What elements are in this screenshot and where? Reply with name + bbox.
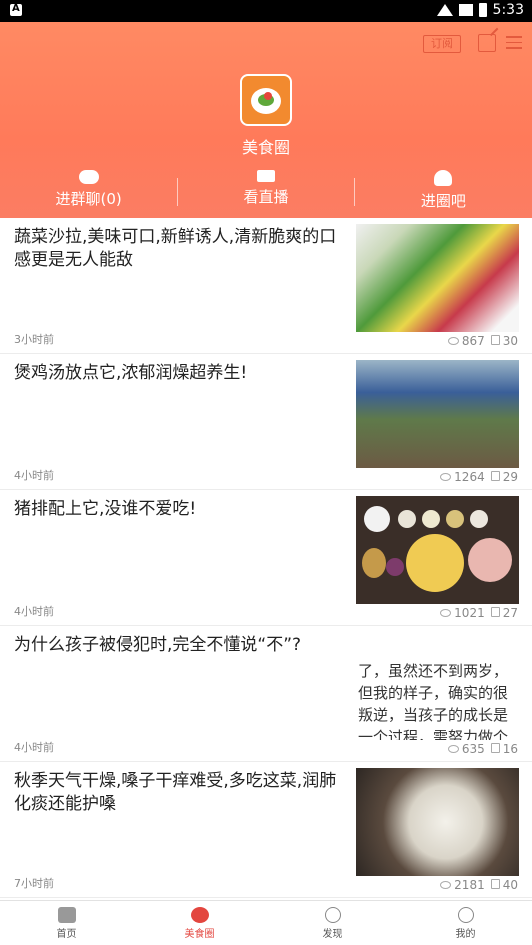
thumbnail-text: 了，虽然还不到两岁，但我的样子，确实的很叛逆，当孩子的成长是一个过程，需努力做个… bbox=[358, 662, 509, 740]
tab-discover[interactable]: 发现 bbox=[266, 901, 399, 945]
article-stats: 1021 27 bbox=[440, 606, 518, 620]
article-thumbnail bbox=[356, 496, 519, 604]
view-count: 635 bbox=[461, 742, 485, 756]
circle-actions: 进群聊(0) 看直播 进圈吧 bbox=[0, 170, 532, 214]
list-item[interactable]: 秋季天气干燥,嗓子干痒难受,多吃这菜,润肺化痰还能护嗓 7小时前 2181 40 bbox=[0, 762, 532, 898]
article-title: 猪排配上它,没谁不爱吃! bbox=[14, 499, 197, 519]
view-count: 867 bbox=[461, 334, 485, 348]
eye-icon bbox=[440, 473, 452, 481]
article-stats: 635 16 bbox=[447, 742, 518, 756]
article-time: 4小时前 bbox=[14, 605, 54, 618]
watch-live-label: 看直播 bbox=[243, 188, 289, 206]
article-thumbnail bbox=[356, 224, 519, 332]
notification-icon bbox=[10, 3, 22, 16]
circle-header: 订阅 美食圈 进群聊(0) 看直播 进圈吧 bbox=[0, 22, 532, 218]
user-icon bbox=[457, 907, 474, 923]
tab-me[interactable]: 我的 bbox=[399, 901, 532, 945]
enter-circle-label: 进圈吧 bbox=[420, 192, 466, 210]
article-title: 秋季天气干燥,嗓子干痒难受,多吃这菜,润肺化痰还能护嗓 bbox=[14, 771, 337, 814]
article-stats: 1264 29 bbox=[440, 470, 518, 484]
like-count: 40 bbox=[502, 878, 518, 892]
status-icons: 5:33 bbox=[436, 2, 524, 18]
view-count: 2181 bbox=[454, 878, 485, 892]
battery-icon bbox=[478, 3, 487, 17]
signal-icon bbox=[458, 4, 473, 16]
thumbs-up-icon bbox=[490, 743, 500, 753]
article-stats: 867 30 bbox=[447, 334, 518, 348]
group-icon bbox=[434, 170, 453, 186]
article-thumbnail: 了，虽然还不到两岁，但我的样子，确实的很叛逆，当孩子的成长是一个过程，需努力做个… bbox=[356, 632, 519, 740]
view-count: 1021 bbox=[454, 606, 485, 620]
article-title: 蔬菜沙拉,美味可口,新鲜诱人,清新脆爽的口感更是无人能敌 bbox=[14, 227, 337, 270]
share-circle-icon bbox=[190, 907, 209, 923]
like-count: 30 bbox=[502, 334, 518, 348]
article-title: 煲鸡汤放点它,浓郁润燥超养生! bbox=[14, 363, 248, 383]
eye-icon bbox=[440, 609, 452, 617]
clock: 5:33 bbox=[492, 2, 524, 18]
wifi-icon bbox=[436, 4, 453, 16]
enter-circle-button[interactable]: 进圈吧 bbox=[355, 170, 532, 214]
menu-icon[interactable] bbox=[506, 36, 522, 50]
share-icon[interactable] bbox=[478, 34, 496, 52]
eye-icon bbox=[447, 745, 459, 753]
like-count: 29 bbox=[502, 470, 518, 484]
article-thumbnail bbox=[356, 768, 519, 876]
thumbs-up-icon bbox=[490, 879, 500, 889]
article-thumbnail bbox=[356, 360, 519, 468]
like-count: 27 bbox=[502, 606, 518, 620]
compass-icon bbox=[324, 907, 341, 923]
bottom-tab-bar: 首页 美食圈 发现 我的 bbox=[0, 900, 532, 945]
tab-label: 发现 bbox=[322, 929, 343, 940]
status-bar: 5:33 bbox=[0, 0, 532, 22]
list-item[interactable]: 猪排配上它,没谁不爱吃! 4小时前 1021 27 bbox=[0, 490, 532, 626]
article-feed: 蔬菜沙拉,美味可口,新鲜诱人,清新脆爽的口感更是无人能敌 3小时前 867 30… bbox=[0, 218, 532, 900]
chat-icon bbox=[78, 170, 99, 184]
article-time: 4小时前 bbox=[14, 741, 54, 754]
article-time: 4小时前 bbox=[14, 469, 54, 482]
thumbs-up-icon bbox=[490, 335, 500, 345]
eye-icon bbox=[447, 337, 459, 345]
tab-home[interactable]: 首页 bbox=[0, 901, 133, 945]
thumbs-up-icon bbox=[490, 471, 500, 481]
list-item[interactable]: 为什么孩子被侵犯时,完全不懂说“不”? 4小时前 了，虽然还不到两岁，但我的样子… bbox=[0, 626, 532, 762]
video-icon bbox=[256, 170, 275, 182]
like-count: 16 bbox=[502, 742, 518, 756]
article-title: 为什么孩子被侵犯时,完全不懂说“不”? bbox=[14, 635, 302, 655]
article-time: 7小时前 bbox=[14, 877, 54, 890]
list-item[interactable]: 煲鸡汤放点它,浓郁润燥超养生! 4小时前 1264 29 bbox=[0, 354, 532, 490]
list-item[interactable]: 蔬菜沙拉,美味可口,新鲜诱人,清新脆爽的口感更是无人能敌 3小时前 867 30 bbox=[0, 218, 532, 354]
join-chat-button[interactable]: 进群聊(0) bbox=[0, 170, 177, 214]
circle-name: 美食圈 bbox=[241, 138, 290, 157]
tab-label: 我的 bbox=[455, 929, 476, 940]
watch-live-button[interactable]: 看直播 bbox=[177, 170, 354, 214]
home-icon bbox=[57, 907, 76, 923]
article-stats: 2181 40 bbox=[440, 878, 518, 892]
circle-logo bbox=[240, 74, 292, 126]
tab-label: 首页 bbox=[56, 929, 77, 940]
thumbs-up-icon bbox=[490, 607, 500, 617]
subscribe-button[interactable]: 订阅 bbox=[423, 35, 461, 53]
join-chat-label: 进群聊(0) bbox=[55, 190, 122, 208]
tab-label: 美食圈 bbox=[184, 929, 215, 940]
article-time: 3小时前 bbox=[14, 333, 54, 346]
tab-food-circle[interactable]: 美食圈 bbox=[133, 901, 266, 945]
view-count: 1264 bbox=[454, 470, 485, 484]
eye-icon bbox=[440, 881, 452, 889]
